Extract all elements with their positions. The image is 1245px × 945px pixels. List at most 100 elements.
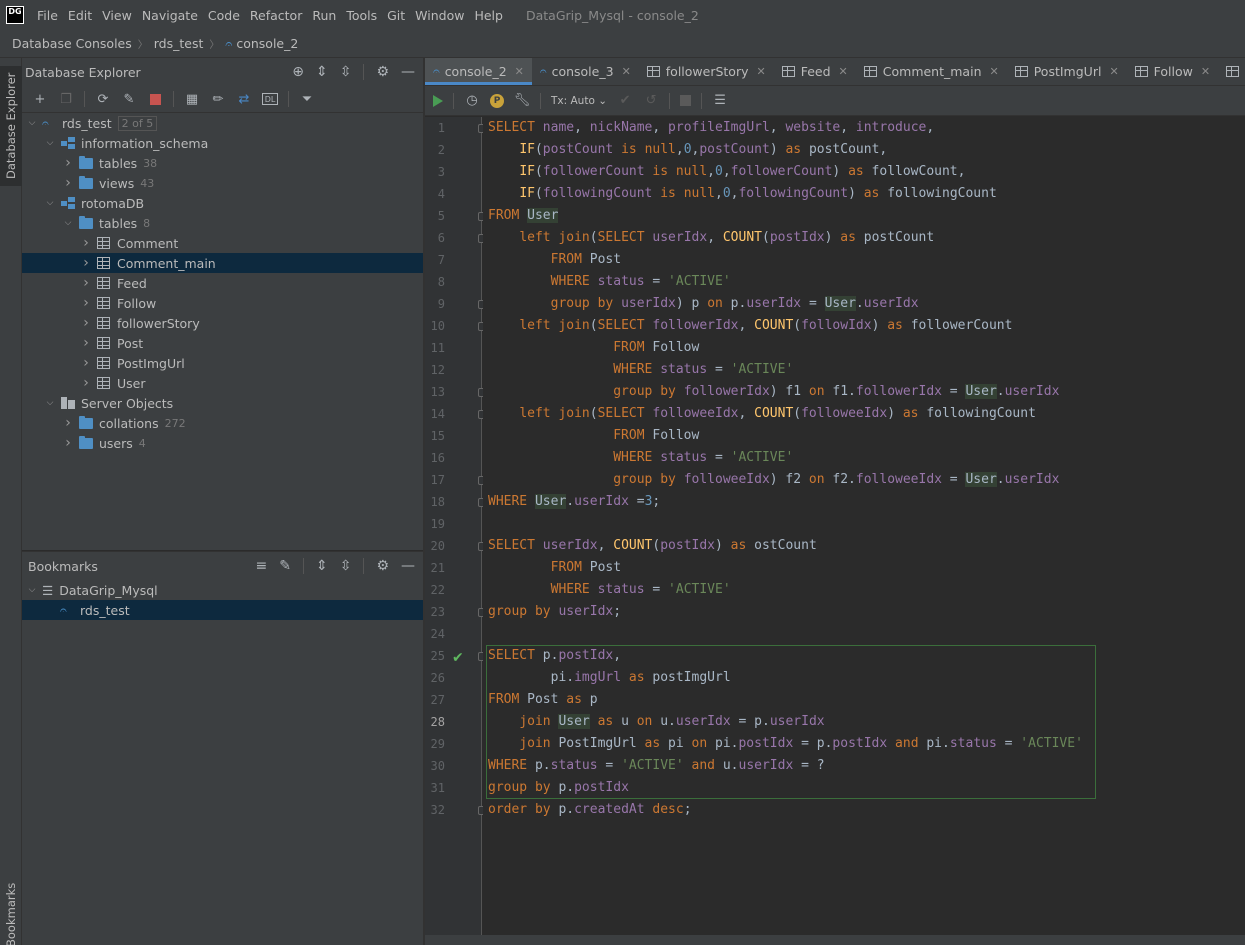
jump-to-console-icon[interactable]: ⇄ bbox=[236, 91, 252, 107]
chevron-right-icon[interactable]: › bbox=[80, 235, 92, 251]
chevron-right-icon[interactable]: › bbox=[62, 155, 74, 171]
gear-icon[interactable]: ⚙ bbox=[376, 64, 389, 80]
parameters-icon[interactable]: P bbox=[490, 93, 504, 108]
tree-item-feed[interactable]: › Feed bbox=[22, 273, 423, 293]
tab-postimgurl[interactable]: PostImgUrl ✕ bbox=[1007, 58, 1127, 85]
tab-comment-main[interactable]: Comment_main ✕ bbox=[856, 58, 1007, 85]
tree-item-follow[interactable]: › Follow bbox=[22, 293, 423, 313]
chevron-right-icon[interactable]: › bbox=[62, 175, 74, 191]
close-icon[interactable]: ✕ bbox=[757, 65, 766, 78]
menu-navigate[interactable]: Navigate bbox=[137, 8, 203, 23]
close-icon[interactable]: ✕ bbox=[1109, 65, 1118, 78]
chevron-down-icon[interactable]: ⌵ bbox=[44, 198, 56, 208]
stop-icon[interactable] bbox=[147, 91, 163, 107]
rollback-icon[interactable]: ↺ bbox=[643, 93, 659, 109]
tree-item-user[interactable]: › User bbox=[22, 373, 423, 393]
menu-run[interactable]: Run bbox=[307, 8, 341, 23]
gear-icon[interactable]: ⚙ bbox=[376, 558, 389, 574]
close-icon[interactable]: ✕ bbox=[515, 65, 524, 78]
tab-follow[interactable]: Follow ✕ bbox=[1127, 58, 1218, 85]
filter-icon[interactable]: ⏷ bbox=[299, 91, 315, 107]
chevron-right-icon[interactable]: › bbox=[80, 355, 92, 371]
copy-icon[interactable]: ❐ bbox=[58, 91, 74, 107]
breadcrumb-console-2[interactable]: console_2 bbox=[236, 36, 298, 51]
add-icon[interactable]: + bbox=[32, 91, 48, 107]
tree-item-tables[interactable]: › tables 38 bbox=[22, 153, 423, 173]
tree-item-tables[interactable]: ⌵ tables 8 bbox=[22, 213, 423, 233]
locate-icon[interactable]: ⊕ bbox=[292, 64, 304, 80]
tree-item-comment[interactable]: › Comment bbox=[22, 233, 423, 253]
transaction-mode-dropdown[interactable]: Tx: Auto ⌄ bbox=[551, 95, 607, 107]
menu-git[interactable]: Git bbox=[382, 8, 410, 23]
chevron-down-icon[interactable]: ⌵ bbox=[26, 118, 38, 128]
stop-icon[interactable] bbox=[680, 95, 692, 106]
chevron-right-icon[interactable]: › bbox=[80, 335, 92, 351]
chevron-right-icon[interactable]: › bbox=[80, 295, 92, 311]
menu-code[interactable]: Code bbox=[203, 8, 245, 23]
chevron-down-icon[interactable]: ⌵ bbox=[44, 398, 56, 408]
schemas-badge[interactable]: 2 of 5 bbox=[117, 115, 158, 131]
breadcrumb-rds-test[interactable]: rds_test bbox=[154, 36, 204, 51]
close-icon[interactable]: ✕ bbox=[622, 65, 631, 78]
chevron-right-icon[interactable]: › bbox=[80, 315, 92, 331]
tab-followerstory[interactable]: followerStory ✕ bbox=[639, 58, 774, 85]
chevron-down-icon[interactable]: ⌵ bbox=[26, 585, 38, 595]
tree-item-rds-test[interactable]: 𝄐 rds_test bbox=[22, 600, 423, 620]
tree-item-users[interactable]: › users 4 bbox=[22, 433, 423, 453]
refresh-icon[interactable]: ⟳ bbox=[95, 91, 111, 107]
expand-all-icon[interactable]: ⇕ bbox=[316, 64, 328, 80]
tree-item-datagrip-mysql[interactable]: ⌵ ☰ DataGrip_Mysql bbox=[22, 580, 423, 600]
chevron-right-icon[interactable]: › bbox=[80, 375, 92, 391]
tree-item-collations[interactable]: › collations 272 bbox=[22, 413, 423, 433]
tree-item-views[interactable]: › views 43 bbox=[22, 173, 423, 193]
edit-icon[interactable]: ✏ bbox=[210, 91, 226, 107]
table-editor-icon[interactable]: ▦ bbox=[184, 91, 200, 107]
history-icon[interactable]: ◷ bbox=[464, 93, 480, 109]
chevron-down-icon[interactable]: ⌵ bbox=[62, 218, 74, 228]
tree-item-information-schema[interactable]: ⌵ information_schema bbox=[22, 133, 423, 153]
tree-item-rds-test[interactable]: ⌵ 𝄐 rds_test 2 of 5 bbox=[22, 113, 423, 133]
close-icon[interactable]: ✕ bbox=[990, 65, 999, 78]
tree-item-postimgurl[interactable]: › PostImgUrl bbox=[22, 353, 423, 373]
database-explorer-stripe-button[interactable]: Database Explorer bbox=[0, 66, 22, 186]
output-view-icon[interactable]: ☰ bbox=[712, 93, 728, 109]
run-icon[interactable] bbox=[433, 94, 443, 107]
tree-item-post[interactable]: › Post bbox=[22, 333, 423, 353]
menu-file[interactable]: File bbox=[32, 8, 63, 23]
tab-user[interactable]: User✕ bbox=[1218, 58, 1245, 85]
collapse-all-icon[interactable]: ⇳ bbox=[340, 64, 352, 80]
menu-help[interactable]: Help bbox=[469, 8, 508, 23]
add-bookmark-list-icon[interactable]: ≡ bbox=[256, 558, 268, 574]
menu-refactor[interactable]: Refactor bbox=[245, 8, 307, 23]
close-icon[interactable]: ✕ bbox=[1201, 65, 1210, 78]
tab-console-3[interactable]: 𝄐 console_3 ✕ bbox=[532, 58, 639, 85]
chevron-right-icon[interactable]: › bbox=[62, 435, 74, 451]
chevron-right-icon[interactable]: › bbox=[62, 415, 74, 431]
tree-item-server-objects[interactable]: ⌵ Server Objects bbox=[22, 393, 423, 413]
tree-item-rotomadb[interactable]: ⌵ rotomaDB bbox=[22, 193, 423, 213]
collapse-all-icon[interactable]: ⇳ bbox=[340, 558, 352, 574]
tree-item-comment-main[interactable]: › Comment_main bbox=[22, 253, 423, 273]
ddl-icon[interactable]: DL bbox=[262, 93, 278, 105]
close-icon[interactable]: ✕ bbox=[839, 65, 848, 78]
chevron-right-icon[interactable]: › bbox=[80, 275, 92, 291]
menu-view[interactable]: View bbox=[97, 8, 137, 23]
menu-window[interactable]: Window bbox=[410, 8, 469, 23]
minimize-icon[interactable]: — bbox=[401, 558, 415, 574]
menu-tools[interactable]: Tools bbox=[341, 8, 382, 23]
wrench-icon[interactable]: 🔧︎ bbox=[514, 93, 531, 109]
expand-all-icon[interactable]: ⇕ bbox=[316, 558, 328, 574]
tree-item-followerstory[interactable]: › followerStory bbox=[22, 313, 423, 333]
line-number-gutter[interactable]: 1 2 3 4 5 6 7 8 9 10 11 12 13 14 15 16 17 18 19 20 21 22 23 24 2… bbox=[425, 117, 487, 935]
tab-feed[interactable]: Feed ✕ bbox=[774, 58, 856, 85]
tab-console-2[interactable]: 𝄐 console_2 ✕ bbox=[425, 58, 532, 85]
minimize-icon[interactable]: — bbox=[401, 64, 415, 80]
properties-icon[interactable]: ✎ bbox=[121, 91, 137, 107]
breadcrumb-database-consoles[interactable]: Database Consoles bbox=[12, 36, 132, 51]
menu-edit[interactable]: Edit bbox=[63, 8, 97, 23]
chevron-down-icon[interactable]: ⌵ bbox=[44, 138, 56, 148]
edit-icon[interactable]: ✎ bbox=[279, 558, 291, 574]
bookmarks-stripe-button[interactable]: Bookmarks bbox=[0, 883, 22, 945]
code-editor[interactable]: SELECT name, nickName, profileImgUrl, we… bbox=[483, 117, 1245, 935]
commit-icon[interactable]: ✔ bbox=[617, 93, 633, 109]
